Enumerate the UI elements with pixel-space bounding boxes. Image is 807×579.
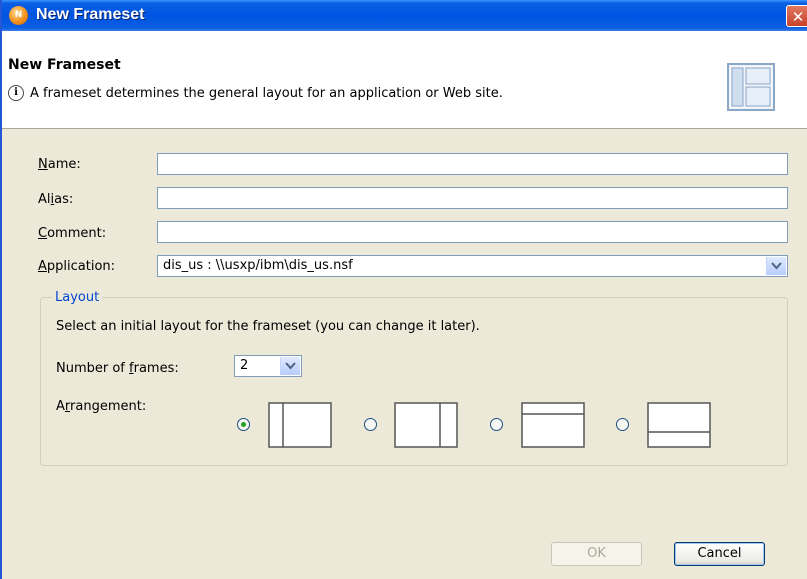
cancel-button[interactable]: Cancel — [674, 542, 765, 566]
application-label: Application: — [38, 259, 116, 274]
frameset-graphic-icon — [727, 63, 775, 111]
dialog-window: N New Frameset ✕ New Frameset i A frames… — [0, 0, 807, 579]
comment-input[interactable] — [157, 221, 788, 243]
frames-label: Number of frames: — [56, 361, 179, 376]
alias-label: Alias: — [38, 192, 74, 207]
arrangement-label: Arrangement: — [56, 399, 147, 414]
layout-group-label: Layout — [52, 290, 103, 305]
arrangement-top-radio[interactable] — [490, 418, 503, 431]
window-title: New Frameset — [36, 6, 145, 23]
title-bar[interactable]: N New Frameset ✕ — [2, 0, 807, 31]
frames-value: 2 — [240, 358, 249, 373]
alias-input[interactable] — [157, 187, 788, 209]
comment-label: Comment: — [38, 226, 107, 241]
header-banner: New Frameset i A frameset determines the… — [2, 31, 807, 129]
chevron-down-icon[interactable] — [280, 357, 300, 375]
bottom-frame-icon[interactable] — [647, 402, 711, 448]
ok-button[interactable]: OK — [551, 542, 642, 566]
arrangement-bottom-radio[interactable] — [616, 418, 629, 431]
arrangement-right-radio[interactable] — [364, 418, 377, 431]
application-value: dis_us : \\usxp/ibm\dis_us.nsf — [163, 258, 353, 273]
top-frame-icon[interactable] — [521, 402, 585, 448]
chevron-down-icon[interactable] — [766, 257, 786, 275]
close-button[interactable]: ✕ — [786, 5, 807, 27]
arrangement-left-radio[interactable] — [237, 418, 250, 431]
layout-instructions: Select an initial layout for the framese… — [56, 319, 480, 334]
frames-select[interactable]: 2 — [234, 355, 302, 377]
name-label: Name: — [38, 157, 81, 172]
banner-description: A frameset determines the general layout… — [30, 86, 503, 101]
app-icon: N — [9, 6, 28, 25]
info-icon: i — [8, 85, 24, 101]
right-frame-icon[interactable] — [394, 402, 458, 448]
banner-title: New Frameset — [8, 57, 121, 73]
name-input[interactable] — [157, 153, 788, 175]
left-frame-icon[interactable] — [268, 402, 332, 448]
application-select[interactable]: dis_us : \\usxp/ibm\dis_us.nsf — [157, 255, 788, 277]
